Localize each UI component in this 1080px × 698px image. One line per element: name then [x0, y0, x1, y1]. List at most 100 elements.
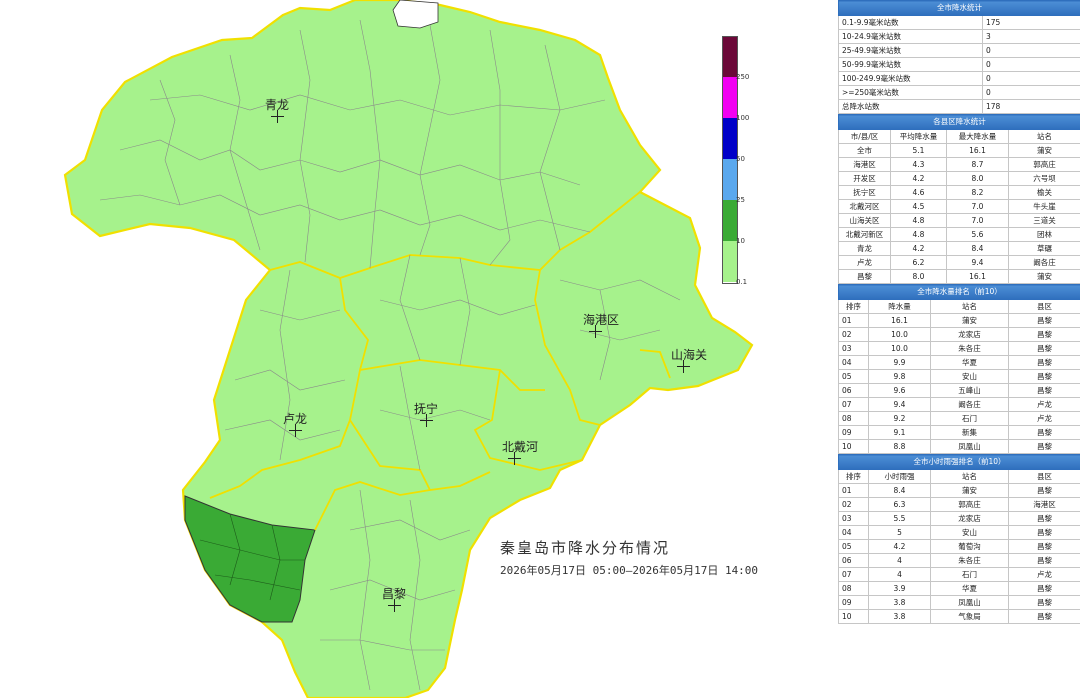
- table-cell: 8.4: [868, 483, 931, 498]
- table-cell: 10.0: [868, 341, 931, 356]
- table-cell: 06: [838, 553, 869, 568]
- table-row: 北戴河新区 4.8 5.6 团林: [838, 227, 1080, 242]
- table-cell: 抚宁区: [838, 185, 891, 200]
- table-cell: 5: [868, 525, 931, 540]
- table-cell: 海港区: [1007, 497, 1080, 512]
- table-cell: 4.3: [890, 157, 947, 172]
- table-cell: 4.2: [890, 241, 947, 256]
- table-cell: 10: [838, 439, 869, 454]
- table-cell: 开发区: [838, 171, 891, 186]
- legend-tick-label: 0.1: [736, 278, 748, 286]
- column-header: 县区: [1007, 469, 1080, 484]
- hourly-table: 全市小时雨强排名（前10） 排序 小时雨强 站名 县区 01 8.4 蒲安 昌黎 02 6.3 郭…: [837, 454, 1080, 624]
- column-header: 站名: [930, 299, 1009, 314]
- table-cell: 4: [868, 567, 931, 582]
- table-cell: 4.8: [890, 227, 947, 242]
- column-header: 降水量: [868, 299, 931, 314]
- table-cell: 全市: [838, 143, 891, 158]
- summary-row: 10-24.9毫米站数 3: [838, 29, 1080, 44]
- table-cell: 山海关区: [838, 213, 891, 228]
- table-cell: 安山: [930, 525, 1009, 540]
- table-cell: 草碾: [1008, 241, 1080, 256]
- table-row: 09 3.8 凤凰山 昌黎: [838, 595, 1080, 610]
- table-row: 01 16.1 蒲安 昌黎: [838, 313, 1080, 328]
- table-cell: 青龙: [838, 241, 891, 256]
- table-row: 青龙 4.2 8.4 草碾: [838, 241, 1080, 256]
- table-row: 08 9.2 石门 卢龙: [838, 411, 1080, 426]
- table-row: 全市 5.1 16.1 蒲安: [838, 143, 1080, 158]
- table-row: 07 4 石门 卢龙: [838, 567, 1080, 582]
- table-cell: 北戴河区: [838, 199, 891, 214]
- table-cell: 昌黎: [1007, 609, 1080, 624]
- summary-label: 10-24.9毫米站数: [838, 29, 983, 44]
- map-title: 秦皇岛市降水分布情况: [500, 539, 671, 557]
- table-cell: 昌黎: [1007, 553, 1080, 568]
- table-row: 07 9.4 阚各庄 卢龙: [838, 397, 1080, 412]
- table-cell: 08: [838, 581, 869, 596]
- summary-value: 3: [982, 29, 1080, 44]
- table-cell: 昌黎: [1007, 369, 1080, 384]
- table-row: 抚宁区 4.6 8.2 榆关: [838, 185, 1080, 200]
- city-marker-icon: [508, 452, 521, 465]
- summary-title: 全市降水统计: [838, 0, 1080, 16]
- table-cell: 03: [838, 341, 869, 356]
- summary-label: 50-99.9毫米站数: [838, 57, 983, 72]
- table-cell: 蒲安: [1008, 269, 1080, 284]
- table-cell: 4.6: [890, 185, 947, 200]
- table-cell: 6.3: [868, 497, 931, 512]
- table-cell: 8.7: [946, 157, 1009, 172]
- legend-tick-label: 100: [736, 114, 750, 122]
- legend-swatch: [723, 159, 737, 200]
- table-row: 04 5 安山 昌黎: [838, 525, 1080, 540]
- table-cell: 葡萄沟: [930, 539, 1009, 554]
- table-cell: 7.0: [946, 213, 1009, 228]
- table-cell: 07: [838, 567, 869, 582]
- legend-swatch: [723, 37, 737, 78]
- table-cell: 郭高庄: [930, 497, 1009, 512]
- city-marker-icon: [677, 360, 690, 373]
- table-cell: 4.2: [868, 539, 931, 554]
- table-cell: 8.2: [946, 185, 1009, 200]
- table-cell: 昌黎: [1007, 355, 1080, 370]
- table-row: 06 4 朱各庄 昌黎: [838, 553, 1080, 568]
- table-cell: 4.8: [890, 213, 947, 228]
- table-row: 02 10.0 龙家店 昌黎: [838, 327, 1080, 342]
- table-cell: 卢龙: [1007, 411, 1080, 426]
- summary-row: 50-99.9毫米站数 0: [838, 57, 1080, 72]
- table-cell: 昌黎: [1007, 483, 1080, 498]
- ranking-table: 全市降水量排名（前10） 排序 降水量 站名 县区 01 16.1 蒲安 昌黎 02 10.0 龙…: [837, 284, 1080, 454]
- legend-tick-label: 25: [736, 196, 745, 204]
- table-cell: 阚各庄: [1008, 255, 1080, 270]
- table-cell: 9.2: [868, 411, 931, 426]
- table-row: 海港区 4.3 8.7 郭高庄: [838, 157, 1080, 172]
- table-cell: 牛头崖: [1008, 199, 1080, 214]
- table-cell: 01: [838, 483, 869, 498]
- summary-value: 0: [982, 57, 1080, 72]
- ranking-title: 全市降水量排名（前10）: [837, 284, 1080, 300]
- table-cell: 9.1: [868, 425, 931, 440]
- column-header: 小时雨强: [868, 469, 931, 484]
- city-marker-icon: [388, 599, 401, 612]
- column-header: 站名: [1008, 129, 1080, 144]
- table-cell: 昌黎: [1007, 327, 1080, 342]
- legend-swatch: [723, 77, 737, 118]
- summary-label: >=250毫米站数: [838, 85, 983, 100]
- precipitation-map: 青龙 海港区 山海关 卢龙 抚宁 北戴河 昌黎 秦皇岛市降水分布情况 2026年05月17日…: [0, 0, 838, 698]
- table-cell: 05: [838, 539, 869, 554]
- table-row: 山海关区 4.8 7.0 三道关: [838, 213, 1080, 228]
- table-cell: 昌黎: [1007, 439, 1080, 454]
- table-cell: 北戴河新区: [838, 227, 891, 242]
- table-cell: 9.4: [868, 397, 931, 412]
- table-cell: 9.9: [868, 355, 931, 370]
- table-cell: 8.0: [946, 171, 1009, 186]
- table-cell: 凤凰山: [930, 595, 1009, 610]
- summary-label: 总降水站数: [838, 99, 983, 114]
- table-cell: 昌黎: [1007, 341, 1080, 356]
- table-cell: 04: [838, 355, 869, 370]
- table-cell: 5.1: [890, 143, 947, 158]
- summary-label: 100-249.9毫米站数: [838, 71, 983, 86]
- table-cell: 阚各庄: [930, 397, 1009, 412]
- statistics-panel: 全市降水统计 0.1-9.9毫米站数 175 10-24.9毫米站数 3 25-49.9…: [837, 0, 1080, 698]
- county-title: 各县区降水统计: [838, 114, 1080, 130]
- table-cell: 龙家店: [930, 511, 1009, 526]
